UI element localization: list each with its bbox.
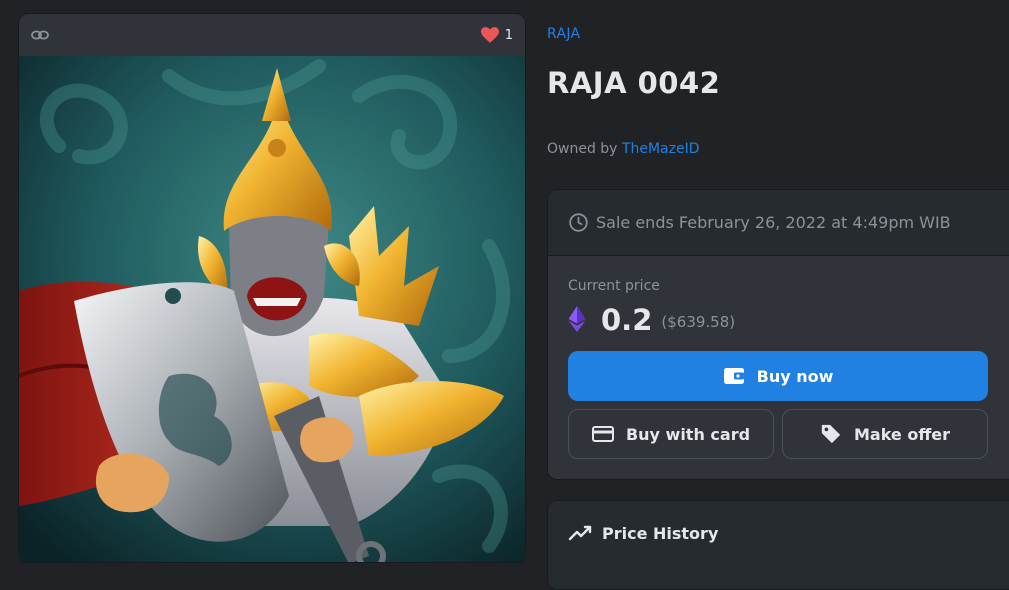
heart-icon bbox=[480, 27, 499, 43]
buy-now-button[interactable]: Buy now bbox=[568, 351, 988, 401]
clock-icon bbox=[568, 212, 589, 233]
sale-ends-text: Sale ends February 26, 2022 at 4:49pm WI… bbox=[596, 213, 951, 232]
nft-media-card: 1 bbox=[18, 13, 526, 563]
price-eth: 0.2 bbox=[601, 303, 653, 337]
owner-prefix: Owned by bbox=[547, 141, 618, 157]
credit-card-icon bbox=[591, 426, 614, 442]
price-history-header[interactable]: Price History bbox=[548, 501, 1009, 565]
buy-now-label: Buy now bbox=[756, 366, 834, 386]
buy-with-card-button[interactable]: Buy with card bbox=[568, 409, 774, 459]
favorite-button[interactable]: 1 bbox=[480, 27, 513, 43]
make-offer-label: Make offer bbox=[853, 424, 951, 444]
item-title: RAJA 0042 bbox=[547, 66, 721, 100]
owner-line: Owned by TheMazeID bbox=[547, 141, 700, 157]
sale-panel: Sale ends February 26, 2022 at 4:49pm WI… bbox=[547, 189, 1009, 480]
link-icon[interactable] bbox=[31, 26, 49, 44]
owner-link[interactable]: TheMazeID bbox=[622, 141, 700, 157]
ethereum-icon bbox=[568, 306, 590, 334]
current-price-label: Current price bbox=[568, 278, 660, 294]
media-card-header: 1 bbox=[19, 14, 525, 56]
price-history-panel: Price History bbox=[547, 500, 1009, 590]
sale-ends-header: Sale ends February 26, 2022 at 4:49pm WI… bbox=[548, 190, 1009, 256]
wallet-icon bbox=[723, 367, 745, 385]
tag-icon bbox=[820, 423, 842, 445]
make-offer-button[interactable]: Make offer bbox=[782, 409, 988, 459]
price-body: Current price 0.2 ($639.58) bbox=[548, 256, 1009, 338]
price-row: 0.2 ($639.58) bbox=[568, 302, 1006, 338]
nft-artwork-image[interactable] bbox=[19, 56, 525, 562]
favorite-count: 1 bbox=[504, 27, 513, 43]
price-usd: ($639.58) bbox=[661, 313, 736, 331]
trend-line-icon bbox=[568, 521, 592, 545]
buy-with-card-label: Buy with card bbox=[625, 424, 751, 444]
price-history-label: Price History bbox=[602, 523, 719, 543]
collection-link[interactable]: RAJA bbox=[547, 26, 580, 42]
